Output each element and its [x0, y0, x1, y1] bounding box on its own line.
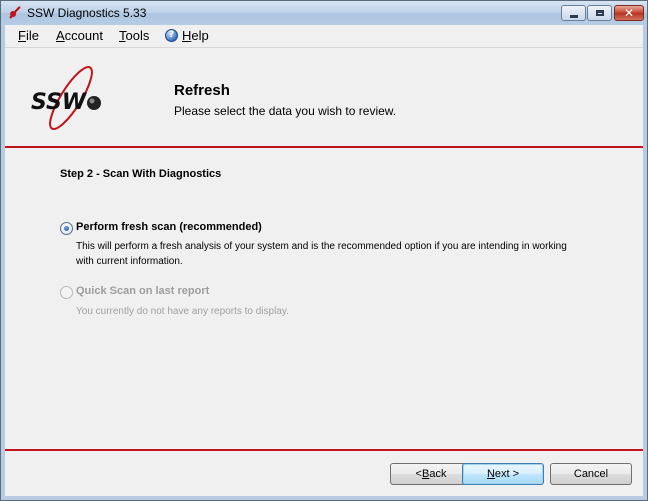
- menu-help-accel: H: [182, 28, 192, 43]
- back-label: ack: [429, 468, 447, 480]
- menu-tools[interactable]: Tools: [119, 28, 149, 43]
- menu-file[interactable]: File: [18, 28, 39, 43]
- close-icon: ✕: [623, 6, 635, 20]
- menu-file-label: ile: [25, 28, 39, 43]
- back-accel: B: [421, 468, 430, 480]
- quick-scan-radio[interactable]: [60, 286, 73, 299]
- quick-scan-description: You currently do not have any reports to…: [76, 306, 289, 317]
- close-button[interactable]: ✕: [614, 5, 644, 21]
- cancel-button[interactable]: Cancel: [550, 463, 632, 485]
- fresh-scan-description: This will perform a fresh analysis of yo…: [76, 241, 567, 267]
- help-icon[interactable]: ?: [165, 29, 178, 42]
- status-strip: [5, 493, 643, 496]
- step-title: Step 2 - Scan With Diagnostics: [60, 168, 222, 180]
- quick-scan-label[interactable]: Quick Scan on last report: [76, 285, 209, 297]
- app-window: SSW Diagnostics 5.33 ✕ File Account Tool…: [0, 0, 648, 501]
- maximize-button[interactable]: [587, 5, 612, 21]
- maximize-icon: [595, 10, 604, 16]
- ssw-logo-text: SSW: [31, 90, 88, 115]
- page-subtitle: Please select the data you wish to revie…: [174, 104, 397, 118]
- minimize-icon: [569, 14, 578, 18]
- footer-divider: [5, 449, 643, 451]
- header-divider: [5, 146, 643, 148]
- minimize-button[interactable]: [561, 5, 586, 21]
- menu-bar: File Account Tools Help: [5, 25, 643, 48]
- next-label: ext >: [494, 468, 520, 480]
- menu-account-label: ccount: [64, 28, 103, 43]
- menu-help-label: elp: [191, 28, 209, 43]
- menu-account-accel: A: [56, 28, 65, 43]
- menu-account[interactable]: Account: [56, 28, 103, 43]
- menu-help[interactable]: Help: [182, 28, 209, 43]
- ssw-logo: SSW: [31, 66, 101, 130]
- title-bar[interactable]: SSW Diagnostics 5.33 ✕: [1, 1, 647, 25]
- back-button[interactable]: < Back: [390, 463, 472, 485]
- page-title: Refresh: [174, 82, 230, 99]
- next-accel: N: [486, 468, 495, 480]
- fresh-scan-radio[interactable]: [60, 222, 73, 235]
- fresh-scan-label[interactable]: Perform fresh scan (recommended): [76, 221, 262, 233]
- menu-tools-label: ools: [125, 28, 150, 43]
- next-button[interactable]: Next >: [462, 463, 544, 485]
- window-title: SSW Diagnostics 5.33: [27, 6, 147, 20]
- wizard-header: SSW Refresh Please select the data you w…: [5, 48, 643, 146]
- menu-file-accel: F: [18, 28, 26, 43]
- app-icon: [9, 6, 21, 19]
- wizard-panel: SSW Refresh Please select the data you w…: [5, 48, 643, 496]
